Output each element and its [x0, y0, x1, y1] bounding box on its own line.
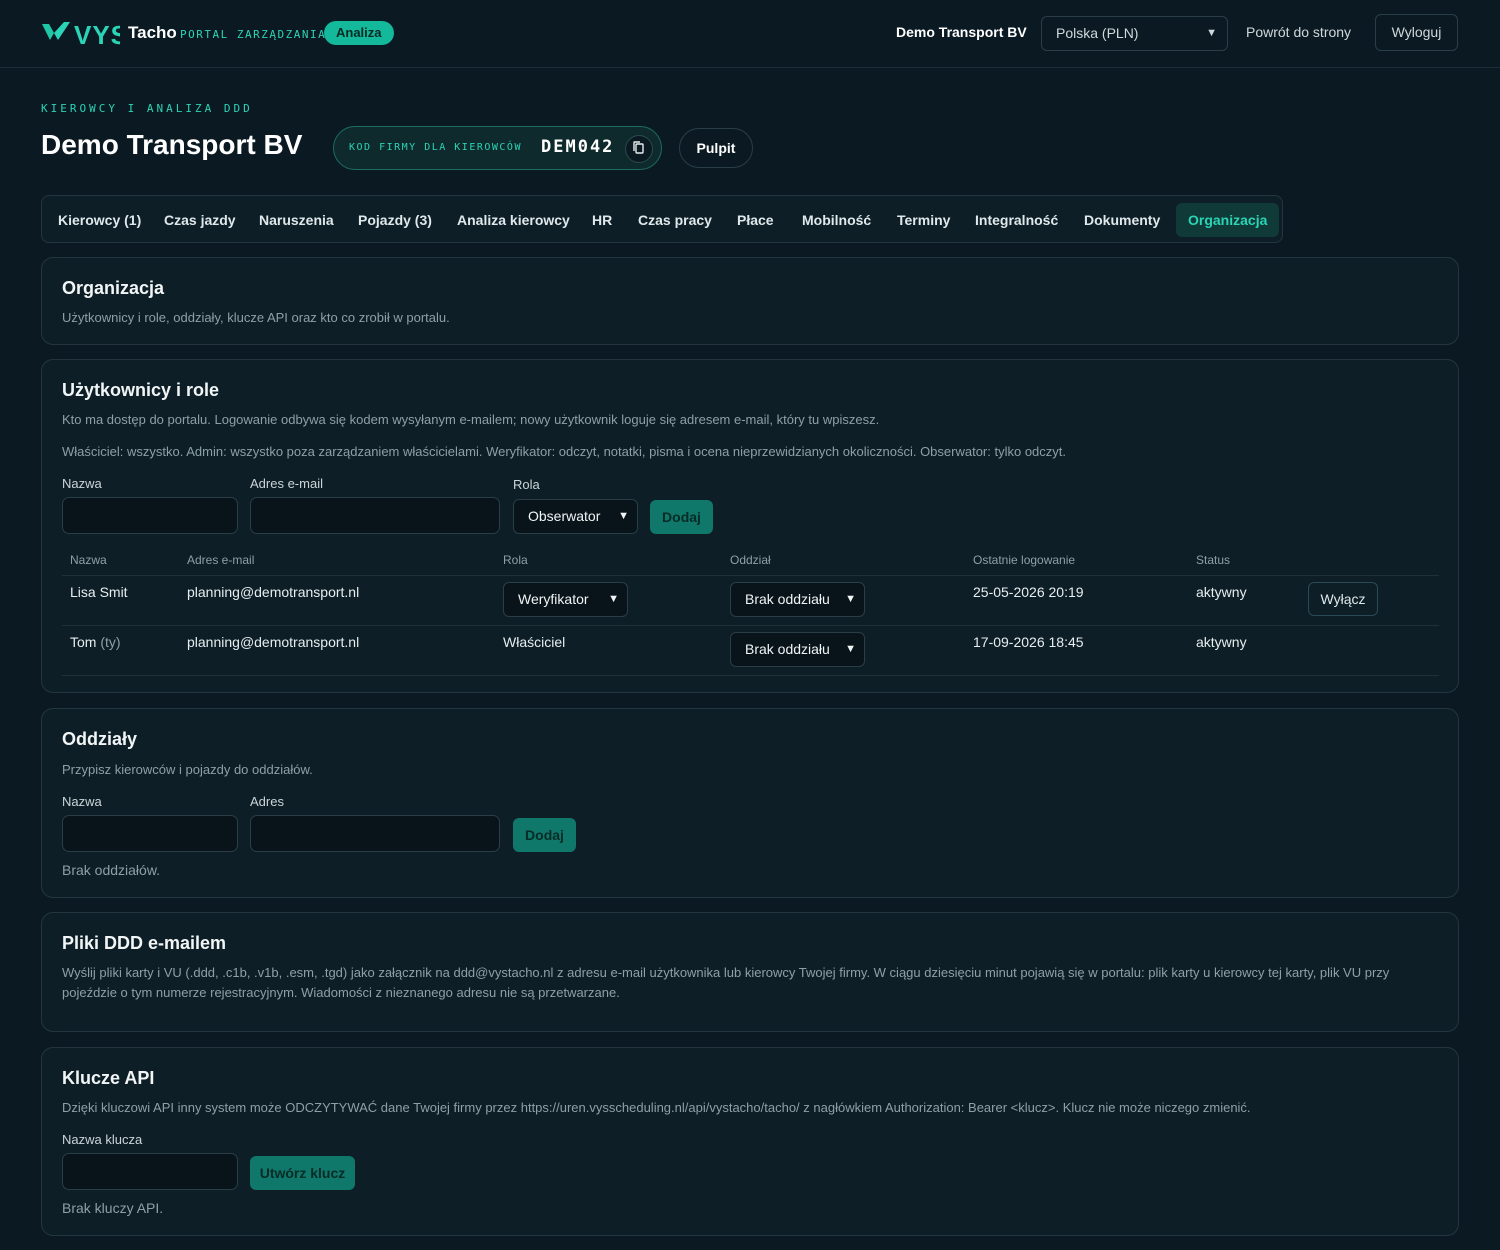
copy-icon: [633, 141, 644, 154]
user-name-label: Nazwa: [62, 476, 102, 491]
api-keys-empty: Brak kluczy API.: [62, 1200, 164, 1216]
tab-organization[interactable]: Organizacja: [1176, 203, 1280, 237]
user-name: Lisa Smit: [70, 584, 128, 600]
row-role-select[interactable]: Weryfikator ▼: [503, 582, 628, 617]
logout-button[interactable]: Wyloguj: [1375, 14, 1458, 51]
tab-hr[interactable]: HR: [580, 203, 624, 237]
organization-title: Organizacja: [62, 278, 165, 298]
col-role: Rola: [503, 553, 528, 567]
api-key-name-label: Nazwa klucza: [62, 1132, 143, 1147]
branch-address-label: Adres: [250, 794, 284, 809]
col-email: Adres e-mail: [187, 553, 255, 567]
tab-violations[interactable]: Naruszenia: [247, 203, 346, 237]
company-name: Demo Transport BV: [896, 24, 1027, 40]
table-divider: [62, 575, 1439, 576]
users-title: Użytkownicy i role: [62, 380, 220, 400]
ddd-email-desc: Wyślij pliki karty i VU (.ddd, .c1b, .v1…: [62, 965, 1390, 1000]
col-branch: Oddział: [730, 553, 771, 567]
row-branch-select[interactable]: Brak oddziału ▼: [730, 582, 865, 617]
disable-user-button[interactable]: Wyłącz: [1308, 582, 1378, 616]
driver-code-box: KOD FIRMY DLA KIEROWCÓW DEM042: [333, 126, 662, 170]
driver-code-value: DEM042: [541, 137, 615, 157]
pulpit-button[interactable]: Pulpit: [679, 128, 753, 168]
user-role-select-value: Obserwator: [528, 508, 601, 524]
user-last-login: 17-09-2026 18:45: [973, 634, 1084, 650]
user-name-input[interactable]: [62, 497, 238, 534]
chevron-down-icon: ▼: [608, 593, 619, 605]
page-eyebrow: KIEROWCY I ANALIZA DDD: [41, 102, 253, 115]
tab-integrity[interactable]: Integralność: [963, 203, 1070, 237]
organization-subtitle: Użytkownicy i role, oddziały, klucze API…: [62, 310, 450, 325]
user-name: Tom: [70, 634, 97, 650]
row-branch-select[interactable]: Brak oddziału ▼: [730, 632, 865, 667]
row-branch-select-value: Brak oddziału: [745, 591, 830, 607]
back-to-site-link[interactable]: Powrót do strony: [1246, 24, 1351, 40]
col-name: Nazwa: [70, 553, 107, 567]
tab-payroll[interactable]: Płace: [725, 203, 786, 237]
user-last-login: 25-05-2026 20:19: [973, 584, 1084, 600]
api-keys-title: Klucze API: [62, 1068, 155, 1088]
row-divider: [62, 675, 1439, 676]
you-marker: (ty): [100, 634, 121, 650]
user-role-label: Rola: [513, 477, 540, 492]
branches-title: Oddziały: [62, 729, 138, 749]
brand-logo-text: VYS: [74, 20, 120, 48]
row-branch-select-value: Brak oddziału: [745, 641, 830, 657]
user-status: aktywny: [1196, 584, 1247, 600]
api-keys-desc: Dzięki kluczowi API inny system może ODC…: [62, 1100, 1251, 1115]
copy-code-button[interactable]: [625, 135, 653, 163]
section-tabs: Kierowcy (1) Czas jazdy Naruszenia Pojaz…: [41, 195, 1283, 243]
add-branch-button[interactable]: Dodaj: [513, 818, 576, 852]
driver-code-label: KOD FIRMY DLA KIEROWCÓW: [349, 142, 522, 153]
branch-name-label: Nazwa: [62, 794, 102, 809]
col-last-login: Ostatnie logowanie: [973, 553, 1076, 567]
ddd-email-title: Pliki DDD e-mailem: [62, 933, 227, 953]
users-desc-roles: Właściciel: wszystko. Admin: wszystko po…: [62, 444, 1067, 459]
user-role: Właściciel: [503, 634, 566, 650]
tab-vehicles[interactable]: Pojazdy (3): [346, 203, 444, 237]
vys-logo[interactable]: VYS: [40, 18, 120, 48]
tab-work-time[interactable]: Czas pracy: [626, 203, 724, 237]
branches-desc: Przypisz kierowców i pojazdy do oddziałó…: [62, 762, 313, 777]
row-divider: [62, 625, 1439, 626]
users-desc-access: Kto ma dostęp do portalu. Logowanie odby…: [62, 412, 880, 427]
user-name-row: Tom (ty): [70, 634, 121, 650]
branch-address-input[interactable]: [250, 815, 500, 852]
branches-card: Oddziały Przypisz kierowców i pojazdy do…: [41, 708, 1459, 898]
users-card: Użytkownicy i role Kto ma dostęp do port…: [41, 359, 1459, 693]
chevron-down-icon: ▼: [1206, 27, 1217, 39]
tab-drivers[interactable]: Kierowcy (1): [46, 203, 153, 237]
analysis-pill[interactable]: Analiza: [324, 21, 394, 45]
chevron-down-icon: ▼: [845, 593, 856, 605]
chevron-down-icon: ▼: [618, 510, 629, 522]
api-keys-card: Klucze API Dzięki kluczowi API inny syst…: [41, 1047, 1459, 1236]
branches-empty: Brak oddziałów.: [62, 862, 161, 878]
user-role-select[interactable]: Obserwator ▼: [513, 499, 638, 534]
user-email: planning@demotransport.nl: [187, 634, 360, 650]
branch-name-input[interactable]: [62, 815, 238, 852]
api-key-name-input[interactable]: [62, 1153, 238, 1190]
chevron-down-icon: ▼: [845, 643, 856, 655]
tab-deadlines[interactable]: Terminy: [885, 203, 962, 237]
add-user-button[interactable]: Dodaj: [650, 500, 713, 534]
brand-subtitle: PORTAL ZARZĄDZANIA: [180, 28, 327, 41]
country-select-value: Polska (PLN): [1056, 25, 1139, 41]
tab-driver-analysis[interactable]: Analiza kierowcy: [445, 203, 582, 237]
country-select[interactable]: Polska (PLN) ▼: [1041, 16, 1228, 51]
col-status: Status: [1196, 553, 1231, 567]
tab-documents[interactable]: Dokumenty: [1072, 203, 1172, 237]
top-bar: VYS Tacho PORTAL ZARZĄDZANIA Analiza Dem…: [0, 0, 1500, 68]
organization-card: Organizacja Użytkownicy i role, oddziały…: [41, 257, 1459, 345]
tab-driving-time[interactable]: Czas jazdy: [152, 203, 248, 237]
ddd-email-card: Pliki DDD e-mailem Wyślij pliki karty i …: [41, 912, 1459, 1032]
brand-name: Tacho: [128, 23, 177, 42]
user-email: planning@demotransport.nl: [187, 584, 360, 600]
page-title: Demo Transport BV: [41, 129, 303, 160]
row-role-select-value: Weryfikator: [518, 591, 589, 607]
user-status: aktywny: [1196, 634, 1247, 650]
user-email-label: Adres e-mail: [250, 476, 323, 491]
user-email-input[interactable]: [250, 497, 500, 534]
tab-mobility[interactable]: Mobilność: [790, 203, 883, 237]
create-key-button[interactable]: Utwórz klucz: [250, 1156, 355, 1190]
